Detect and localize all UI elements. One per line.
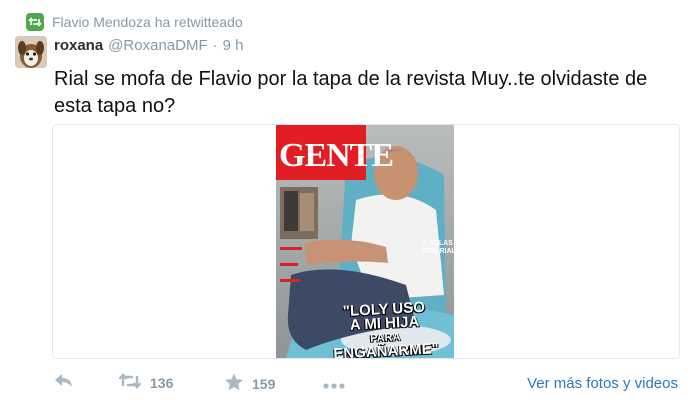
reply-button[interactable] [54, 373, 74, 392]
retweet-action-icon [118, 373, 142, 392]
author-name[interactable]: roxana [54, 37, 103, 54]
more-icon [322, 377, 346, 393]
retweet-context: Flavio Mendoza ha retwitteado [26, 12, 243, 32]
favorite-count: 159 [252, 375, 276, 392]
cover-side-tag: A SOLAS CON RIAL [422, 240, 454, 255]
magazine-logo-box: GENTE [276, 125, 394, 180]
magazine-cover-image[interactable]: GENTE A SOLAS CON RIAL "LOLY USO A MI HI… [276, 125, 454, 358]
more-media-link[interactable]: Ver más fotos y videos [527, 375, 678, 392]
retweet-button[interactable]: 136 [118, 373, 173, 392]
reply-icon [54, 373, 74, 392]
retweet-icon [26, 13, 44, 31]
star-icon [224, 373, 244, 394]
more-actions-button[interactable] [322, 377, 346, 393]
author-handle[interactable]: @RoxanaDMF [108, 37, 207, 54]
avatar[interactable] [15, 36, 47, 68]
retweet-context-text[interactable]: Flavio Mendoza ha retwitteado [52, 14, 243, 30]
tweet-text: Rial se mofa de Flavio por la tapa de la… [54, 68, 648, 117]
tweet-header: roxana @RoxanaDMF · 9 h [54, 37, 243, 54]
tweet-timestamp[interactable]: 9 h [223, 37, 244, 54]
retweet-count: 136 [150, 374, 174, 391]
separator-dot: · [212, 37, 218, 54]
favorite-button[interactable]: 159 [224, 373, 275, 394]
magazine-logo: GENTE [279, 137, 394, 174]
media-card[interactable]: GENTE A SOLAS CON RIAL "LOLY USO A MI HI… [52, 124, 680, 359]
tweet-actions: 136 159 Ver más fotos y videos [54, 373, 684, 397]
cover-headline: "LOLY USO A MI HIJA PARA ENGAÑARME" [319, 299, 452, 358]
